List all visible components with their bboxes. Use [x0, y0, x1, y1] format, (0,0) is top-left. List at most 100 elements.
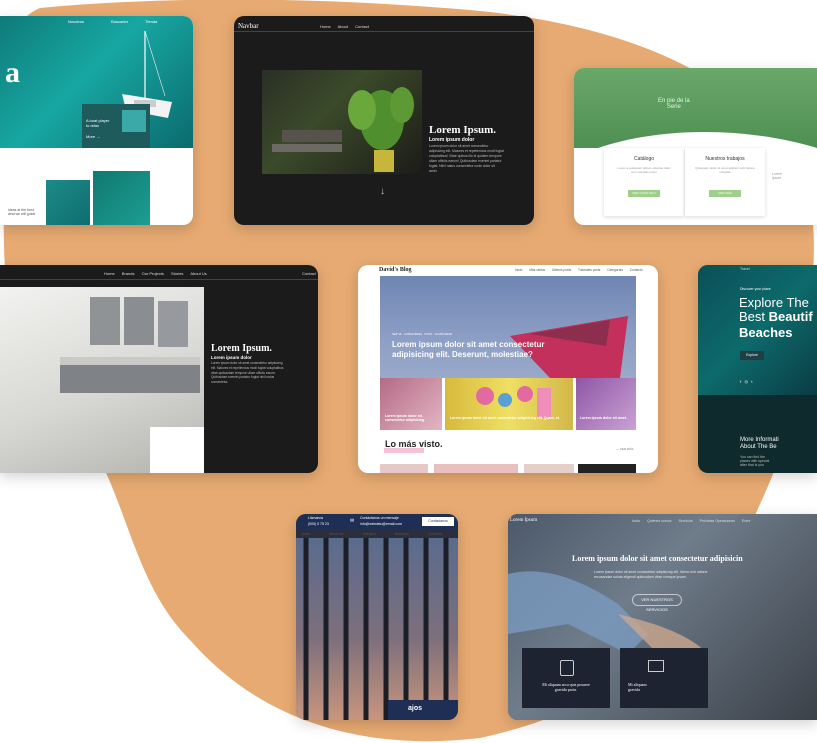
blog-thumb-1[interactable]: Lorem ipsum dolor sit, consectetur adipi…	[380, 378, 442, 430]
ocean-bottom-body: You can find the places with special aft…	[740, 455, 770, 467]
thumb-caption: Lorem ipsum dolor sit, consectetur adipi…	[385, 414, 426, 422]
feature-box-1: Mi aliquam arcu quis posuere gravida pro…	[522, 648, 610, 708]
fence-nav[interactable]: Inicio Servicios Trabajos Nosotros Conta…	[302, 532, 448, 536]
nav-item[interactable]: Más visitos	[529, 268, 545, 272]
nav-item[interactable]: Nosotros	[395, 532, 409, 536]
blog-headline[interactable]: Lorem ipsum dolor sit amet consectetur a…	[392, 340, 562, 360]
nav-item[interactable]: About Us	[190, 271, 206, 276]
nav-item[interactable]: Tutoriales posts	[578, 268, 600, 272]
kitchen-nav[interactable]: Home Brands Our Projects Stories About U…	[104, 271, 213, 276]
navbar-nav[interactable]: Home About Contact	[320, 24, 375, 29]
ocean-explore-button[interactable]: Explore	[740, 351, 764, 360]
kitchen-body: Lorem ipsum dolor sit amet consectetur a…	[211, 361, 284, 385]
nav-item[interactable]: Trabajos	[362, 532, 376, 536]
card-green[interactable]: En pie de la Serie Catálogo Lorem a quis…	[574, 68, 817, 225]
nav-item[interactable]: Buscador	[111, 19, 128, 24]
blog-nav[interactable]: Inicio Más visitos Últimos posts Tutoria…	[515, 268, 649, 272]
nav-item[interactable]: Servicios	[678, 519, 692, 523]
nav-item[interactable]: Contact	[355, 24, 369, 29]
nav-item[interactable]: Contacto	[630, 268, 643, 272]
nav-item[interactable]: Our Projects	[142, 271, 164, 276]
ocean-headline-1: Explore The	[739, 295, 809, 310]
card-blog[interactable]: David's Blog Inicio Más visitos Últimos …	[358, 265, 658, 473]
headline-word: Best	[739, 309, 769, 324]
nav-item[interactable]: Inicio	[632, 519, 640, 523]
blog-brand[interactable]: David's Blog	[379, 267, 412, 273]
nav-item[interactable]: Inicio	[302, 532, 310, 536]
nav-item[interactable]: Últimos posts	[552, 268, 571, 272]
blog-section-link[interactable]: — VER MÁS	[616, 447, 633, 451]
blog-thumb-2[interactable]: Lorem ipsum dolor sit amet consectetur a…	[445, 378, 573, 430]
nav-item[interactable]: Nosotros	[68, 19, 84, 24]
scroll-icon	[560, 660, 574, 676]
catalog-button[interactable]: VER CATÁLOGO	[628, 190, 660, 197]
nav-item[interactable]: Inicio	[515, 268, 522, 272]
sea-nav[interactable]: Nosotros Buscador Tienda	[68, 19, 163, 24]
nav-item[interactable]: Stories	[171, 271, 183, 276]
blog-hero-shape	[510, 316, 628, 378]
nav-item[interactable]: Próximas Operaciones	[700, 519, 735, 523]
catalog-body: Lorem a quisquam dolore voluptas dolor c…	[617, 166, 671, 174]
sea-thumb-2	[93, 171, 150, 225]
scroll-down-arrow-icon[interactable]: ↓	[380, 186, 385, 197]
thumb-caption: Lorem ipsum dolor sit amet consectetur a…	[450, 416, 560, 420]
works-box: Nuestros trabajos Quisquam dolor sit ame…	[685, 148, 765, 216]
handshake-body: Lorem ipsum dolor sit amet consectetur a…	[594, 570, 708, 579]
services-button[interactable]: VER NUESTROS SERVICIOS	[632, 594, 682, 612]
handshake-headline: Lorem ipsum dolor sit amet consectetur a…	[572, 554, 743, 563]
ocean-social-icons: f ◎ t	[740, 379, 752, 384]
nav-item[interactable]: Contacto	[428, 532, 442, 536]
catalog-box: Catálogo Lorem a quisquam dolore volupta…	[604, 148, 684, 216]
feature-box-1-text: Mi aliquam arcu quis posuere gravida pro…	[542, 682, 590, 692]
card-navbar[interactable]: Navbar Home About Contact Lorem Ipsum. L…	[234, 16, 534, 225]
kitchen-title: Lorem Ipsum.	[211, 343, 272, 354]
blog-thumb-2-art	[476, 386, 551, 418]
fence-footer-box: ajos	[388, 700, 458, 720]
sea-caption-link[interactable]: More →	[86, 134, 100, 139]
contact-button[interactable]: Contáctanos	[422, 517, 454, 526]
works-button[interactable]: VER MÁS	[709, 190, 741, 197]
navbar-brand[interactable]: Navbar	[238, 22, 259, 30]
kitchen-image	[0, 287, 204, 473]
card-fence[interactable]: Llámanos (000) 0 75 23 ✉ Contáctanos un …	[296, 514, 458, 720]
nav-item[interactable]: Home	[104, 271, 115, 276]
nav-item[interactable]: Categorías	[607, 268, 623, 272]
nav-item[interactable]: Servicios	[329, 532, 343, 536]
nav-item[interactable]: Home	[320, 24, 331, 29]
green-hero-text: En pie de la Serie	[658, 98, 690, 110]
ocean-eyebrow: Discover your place	[740, 287, 771, 291]
navbar-body: Lorem ipsum dolor sit amet consectetur a…	[429, 144, 504, 173]
sea-thumb-1	[46, 180, 90, 225]
email-address[interactable]: info@webdetu@email.com	[360, 522, 402, 526]
handshake-nav[interactable]: Inicio Quiénes somos Servicios Próximas …	[632, 519, 756, 523]
headline-bold-word: Beautif	[768, 309, 813, 324]
works-body: Quisquam dolor sit amet adipisci velit r…	[695, 166, 755, 174]
sea-side-text: ideas at the best deal we will guide	[8, 208, 36, 216]
nav-item[interactable]: Tienda	[145, 19, 157, 24]
card-kitchen[interactable]: Home Brands Our Projects Stories About U…	[0, 265, 318, 473]
nav-item[interactable]: Entre	[742, 519, 750, 523]
blog-card-2	[434, 464, 518, 473]
ocean-headline-2: Best Beautif	[739, 309, 813, 324]
ocean-bottom-title: More Informati About The Be	[740, 437, 779, 450]
sea-caption: A boat player to relax	[86, 118, 110, 128]
nav-item[interactable]: About	[338, 24, 348, 29]
ocean-brand[interactable]: Travel	[740, 267, 750, 271]
card-sea[interactable]: Nosotros Buscador Tienda a A boat player…	[0, 16, 193, 225]
twitter-icon[interactable]: t	[751, 379, 752, 384]
nav-item[interactable]: Quiénes somos	[647, 519, 671, 523]
blog-meta: SEP 16 · CATEGORIES · POST · 10 MIN READ	[392, 332, 453, 336]
phone-label: Llámanos	[308, 516, 324, 520]
blog-card-3	[524, 464, 574, 473]
nav-item[interactable]: Brands	[122, 271, 135, 276]
plant-image	[262, 70, 422, 174]
kitchen-contact[interactable]: Contact	[302, 271, 316, 276]
facebook-icon[interactable]: f	[740, 379, 741, 384]
blog-thumb-3[interactable]: Lorem ipsum dolor sit amet.	[576, 378, 636, 430]
thumb-caption: Lorem ipsum dolor sit amet.	[580, 416, 627, 420]
phone-number[interactable]: (000) 0 75 23	[308, 522, 329, 526]
instagram-icon[interactable]: ◎	[744, 379, 748, 384]
handshake-brand[interactable]: Lorem Ipsum	[510, 518, 537, 523]
card-ocean[interactable]: Travel Discover your place Explore The B…	[698, 265, 817, 473]
card-handshake[interactable]: Lorem Ipsum Inicio Quiénes somos Servici…	[508, 514, 817, 720]
